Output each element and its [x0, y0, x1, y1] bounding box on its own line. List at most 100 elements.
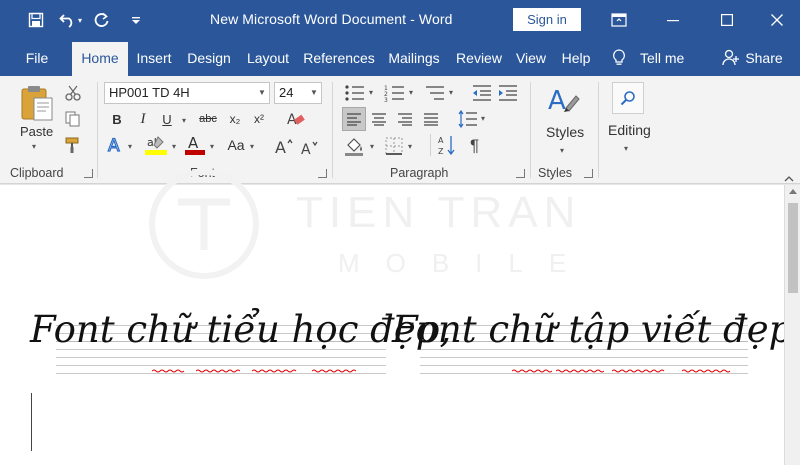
styles-dropdown-icon[interactable]: ▾ — [560, 146, 564, 155]
sort-icon[interactable]: AZ — [438, 134, 458, 161]
numbering-icon[interactable]: 123 — [384, 84, 406, 107]
editing-button-label[interactable]: Editing — [608, 122, 651, 138]
sign-in-button[interactable]: Sign in — [513, 8, 581, 31]
copy-icon[interactable] — [64, 110, 82, 133]
numbering-dropdown-icon[interactable]: ▾ — [409, 88, 413, 97]
font-size-combo[interactable]: 24 ▼ — [274, 82, 322, 104]
text-effects-icon[interactable]: A — [106, 134, 126, 161]
shading-dropdown-icon[interactable]: ▾ — [370, 142, 374, 151]
document-text-line-2[interactable]: Font chữ tập viết đẹp — [392, 308, 792, 351]
font-size-dropdown-icon[interactable]: ▼ — [307, 83, 321, 103]
borders-icon[interactable] — [384, 136, 404, 161]
undo-dropdown-icon[interactable]: ▾ — [78, 16, 82, 25]
tab-view[interactable]: View — [510, 40, 552, 76]
tab-help[interactable]: Help — [556, 40, 596, 76]
clipboard-launcher-icon[interactable] — [84, 169, 93, 178]
tell-me-search[interactable]: Tell me — [640, 40, 694, 76]
grow-font-icon[interactable]: A — [274, 136, 294, 161]
change-case-button[interactable]: Aa — [222, 134, 250, 156]
font-name-dropdown-icon[interactable]: ▼ — [255, 83, 269, 103]
multilevel-list-icon[interactable] — [424, 84, 446, 107]
tab-home[interactable]: Home — [72, 42, 128, 76]
redo-icon[interactable] — [88, 6, 116, 34]
document-text-line-1[interactable]: Font chữ tiểu học đẹp, — [30, 308, 451, 351]
editing-search-icon[interactable] — [612, 82, 644, 114]
vertical-scrollbar[interactable] — [784, 185, 800, 465]
close-icon[interactable] — [754, 0, 800, 40]
decrease-indent-icon[interactable] — [472, 84, 492, 107]
group-divider — [332, 82, 333, 178]
cut-icon[interactable] — [64, 84, 82, 107]
increase-indent-icon[interactable] — [498, 84, 518, 107]
styles-icon[interactable]: A — [546, 82, 582, 123]
bullets-icon[interactable] — [344, 84, 366, 107]
tab-insert[interactable]: Insert — [130, 40, 178, 76]
line-spacing-icon[interactable] — [458, 109, 478, 133]
paste-icon[interactable] — [20, 84, 54, 129]
tab-layout[interactable]: Layout — [242, 40, 294, 76]
ribbon-display-options-icon[interactable] — [596, 0, 642, 40]
tab-design[interactable]: Design — [182, 40, 236, 76]
font-launcher-icon[interactable] — [318, 169, 327, 178]
clear-formatting-icon[interactable]: A — [286, 110, 306, 133]
clipboard-group-label: Clipboard — [10, 166, 64, 180]
strikethrough-button[interactable]: abc — [194, 108, 222, 130]
line-spacing-dropdown-icon[interactable]: ▾ — [481, 114, 485, 123]
tab-mailings[interactable]: Mailings — [382, 40, 446, 76]
change-case-dropdown-icon[interactable]: ▾ — [250, 142, 254, 151]
guide-line — [420, 357, 748, 358]
scroll-up-icon[interactable] — [789, 189, 797, 194]
svg-text:A: A — [275, 138, 286, 156]
editing-dropdown-icon[interactable]: ▾ — [624, 144, 628, 153]
align-center-button[interactable] — [368, 108, 390, 130]
maximize-icon[interactable] — [704, 0, 750, 40]
window-title: New Microsoft Word Document - Word — [210, 11, 453, 27]
font-name-combo[interactable]: HP001 TD 4H ▼ — [104, 82, 270, 104]
superscript-button[interactable]: x² — [248, 108, 270, 130]
scrollbar-thumb[interactable] — [788, 203, 798, 293]
svg-text:A: A — [188, 134, 199, 152]
spellcheck-squiggle — [681, 360, 732, 373]
shading-icon[interactable] — [344, 136, 366, 161]
paste-label[interactable]: Paste — [20, 124, 53, 139]
guide-line — [420, 365, 748, 366]
italic-button[interactable]: I — [132, 108, 154, 130]
align-left-button[interactable] — [342, 107, 366, 131]
font-color-icon[interactable]: A — [184, 134, 206, 161]
tab-file[interactable]: File — [14, 40, 60, 76]
format-painter-icon[interactable] — [64, 136, 82, 159]
share-button[interactable]: Share — [742, 40, 786, 76]
spellcheck-squiggle — [611, 360, 666, 373]
multilevel-dropdown-icon[interactable]: ▾ — [449, 88, 453, 97]
subscript-button[interactable]: x₂ — [224, 108, 246, 130]
spellcheck-squiggle — [151, 360, 186, 373]
text-effects-dropdown-icon[interactable]: ▾ — [128, 142, 132, 151]
underline-button[interactable]: U — [156, 108, 178, 130]
svg-text:A: A — [301, 142, 311, 158]
highlight-icon[interactable]: ab — [144, 134, 168, 161]
minimize-icon[interactable] — [650, 0, 696, 40]
show-hide-marks-icon[interactable]: ¶ — [470, 136, 479, 156]
tab-references[interactable]: References — [300, 40, 378, 76]
shrink-font-icon[interactable]: A — [300, 138, 320, 163]
guide-line — [56, 373, 386, 374]
svg-text:A: A — [548, 86, 566, 116]
bullets-dropdown-icon[interactable]: ▾ — [369, 88, 373, 97]
share-person-icon[interactable] — [722, 49, 740, 72]
save-icon[interactable] — [22, 6, 50, 34]
tab-review[interactable]: Review — [452, 40, 506, 76]
font-color-dropdown-icon[interactable]: ▾ — [210, 142, 214, 151]
paste-dropdown-icon[interactable]: ▾ — [32, 142, 36, 151]
justify-button[interactable] — [420, 108, 442, 130]
styles-launcher-icon[interactable] — [584, 169, 593, 178]
highlight-dropdown-icon[interactable]: ▾ — [172, 142, 176, 151]
styles-button-label[interactable]: Styles — [546, 124, 584, 140]
bold-button[interactable]: B — [106, 108, 128, 130]
svg-text:3: 3 — [384, 97, 388, 102]
paragraph-launcher-icon[interactable] — [516, 169, 525, 178]
underline-dropdown-icon[interactable]: ▾ — [182, 116, 186, 125]
spellcheck-squiggle — [251, 360, 298, 373]
align-right-button[interactable] — [394, 108, 416, 130]
customize-qat-icon[interactable] — [122, 6, 150, 34]
borders-dropdown-icon[interactable]: ▾ — [408, 142, 412, 151]
